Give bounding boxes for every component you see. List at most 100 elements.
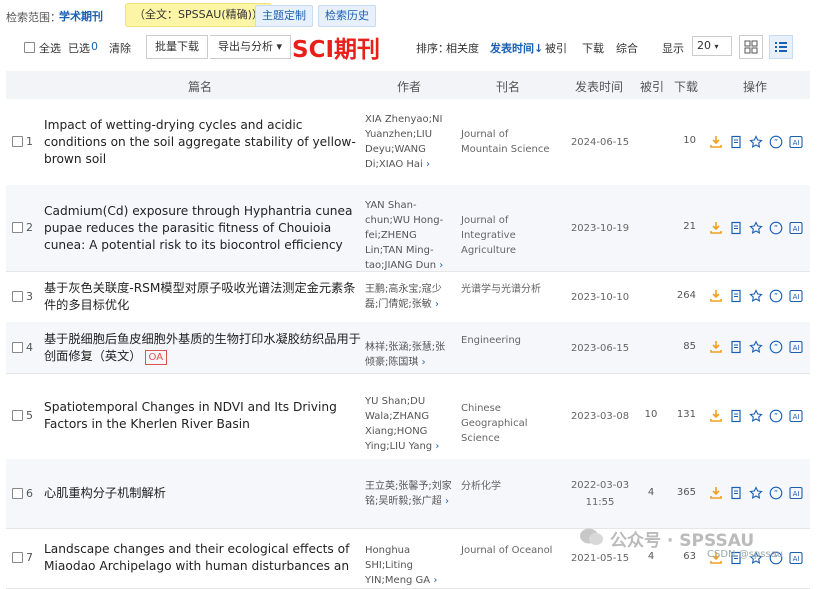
authors-cell[interactable]: 王立英;张馨予;刘家铭;吴昕毅;张广超 › — [365, 479, 455, 509]
favorite-icon[interactable] — [748, 289, 763, 304]
sort-composite[interactable]: 综合 — [616, 40, 638, 56]
ai-icon[interactable]: AI — [788, 550, 803, 565]
ai-icon[interactable]: AI — [788, 220, 803, 235]
header-author[interactable]: 作者 — [397, 78, 421, 95]
article-title-link[interactable]: 基于脱细胞后鱼皮细胞外基质的生物打印水凝胶纺织品用于创面修复（英文） OA — [44, 331, 362, 365]
authors-text: YAN Shan-chun;WU Hong-fei;ZHENG Lin;TAN … — [365, 200, 444, 271]
sort-relevance[interactable]: 相关度 — [446, 40, 479, 56]
read-icon[interactable] — [728, 486, 743, 501]
download-icon[interactable] — [708, 340, 723, 355]
header-cited[interactable]: 被引 — [640, 78, 664, 95]
select-all-checkbox[interactable] — [24, 42, 35, 53]
favorite-icon[interactable] — [748, 134, 763, 149]
ai-icon[interactable]: AI — [788, 340, 803, 355]
article-title-link[interactable]: 基于灰色关联度-RSM模型对原子吸收光谱法测定金元素条件的多目标优化 — [44, 280, 362, 314]
row-checkbox[interactable] — [12, 552, 23, 563]
sort-downloads[interactable]: 下载 — [582, 40, 604, 56]
chevron-right-icon[interactable]: › — [422, 355, 426, 370]
fulltext-query-badge[interactable]: （全文：SPSSAU(精确)） — [125, 3, 272, 27]
row-actions: ” AI — [708, 289, 803, 304]
authors-text: YU Shan;DU Wala;ZHANG Xiang;HONG Ying;LI… — [365, 395, 433, 452]
svg-text:AI: AI — [792, 413, 799, 421]
sort-label: 排序： — [416, 42, 449, 55]
authors-cell[interactable]: 林祥;张涵;张慧;张倾豪;陈国琪 › — [365, 340, 455, 370]
article-title-link[interactable]: Cadmium(Cd) exposure through Hyphantria … — [44, 203, 362, 254]
ai-icon[interactable]: AI — [788, 486, 803, 501]
read-icon[interactable] — [728, 220, 743, 235]
journal-link[interactable]: Journal of Mountain Science — [461, 127, 557, 157]
download-icon[interactable] — [708, 289, 723, 304]
download-count: 365 — [676, 486, 696, 498]
authors-cell[interactable]: Honghua SHI;Liting YIN;Meng GA › — [365, 543, 455, 588]
topic-custom-button[interactable]: 主题定制 — [255, 5, 313, 27]
row-checkbox[interactable] — [12, 341, 23, 353]
read-icon[interactable] — [728, 134, 743, 149]
ai-icon[interactable]: AI — [788, 408, 803, 423]
search-history-button[interactable]: 检索历史 — [318, 5, 376, 27]
svg-text:”: ” — [773, 489, 777, 498]
journal-link[interactable]: Journal of Integrative Agriculture — [461, 213, 557, 258]
cite-icon[interactable]: ” — [768, 134, 783, 149]
chevron-right-icon[interactable]: › — [433, 573, 437, 588]
journal-link[interactable]: 分析化学 — [461, 479, 557, 494]
article-title-link[interactable]: 心肌重构分子机制解析 — [44, 485, 362, 502]
authors-cell[interactable]: YU Shan;DU Wala;ZHANG Xiang;HONG Ying;LI… — [365, 394, 455, 454]
read-icon[interactable] — [728, 289, 743, 304]
cite-icon[interactable]: ” — [768, 340, 783, 355]
favorite-icon[interactable] — [748, 408, 763, 423]
batch-download-button[interactable]: 批量下载 — [146, 35, 208, 59]
sort-cited[interactable]: 被引 — [545, 40, 567, 56]
ai-icon[interactable]: AI — [788, 289, 803, 304]
authors-cell[interactable]: YAN Shan-chun;WU Hong-fei;ZHENG Lin;TAN … — [365, 198, 455, 273]
header-title[interactable]: 篇名 — [188, 78, 212, 95]
journal-link[interactable]: 光谱学与光谱分析 — [461, 282, 557, 297]
publish-date: 2023-03-08 — [570, 411, 630, 422]
read-icon[interactable] — [728, 340, 743, 355]
authors-cell[interactable]: XIA Zhenyao;NI Yuanzhen;LIU Deyu;WANG Di… — [365, 112, 455, 172]
article-title-text: Impact of wetting-drying cycles and acid… — [44, 117, 356, 166]
download-icon[interactable] — [708, 486, 723, 501]
download-icon[interactable] — [708, 220, 723, 235]
row-checkbox[interactable] — [12, 410, 23, 421]
favorite-icon[interactable] — [748, 340, 763, 355]
page-size-select[interactable]: 20 ▾ — [692, 36, 732, 56]
grid-view-button[interactable] — [739, 35, 763, 59]
clear-button[interactable]: 清除 — [109, 40, 131, 56]
header-downloads[interactable]: 下载 — [674, 78, 698, 95]
scope-value-link[interactable]: 学术期刊 — [59, 8, 103, 24]
journal-link[interactable]: Engineering — [461, 333, 557, 348]
download-icon[interactable] — [708, 134, 723, 149]
journal-link[interactable]: Chinese Geographical Science — [461, 401, 557, 446]
cite-icon[interactable]: ” — [768, 486, 783, 501]
header-journal[interactable]: 刊名 — [496, 78, 520, 95]
chevron-right-icon[interactable]: › — [445, 494, 449, 509]
row-checkbox[interactable] — [12, 290, 23, 302]
header-date[interactable]: 发表时间 — [575, 78, 623, 95]
export-analyze-button[interactable]: 导出与分析 ▾ — [210, 35, 292, 59]
cite-icon[interactable]: ” — [768, 289, 783, 304]
article-title-link[interactable]: Impact of wetting-drying cycles and acid… — [44, 117, 362, 168]
cited-count[interactable]: 10 — [640, 409, 662, 420]
article-title-link[interactable]: Spatiotemporal Changes in NDVI and Its D… — [44, 399, 362, 433]
authors-cell[interactable]: 王鹏;高永宝;寇少磊;门倩妮;张敏 › — [365, 282, 455, 312]
cited-count[interactable]: 4 — [640, 551, 662, 562]
download-icon[interactable] — [708, 408, 723, 423]
cite-icon[interactable]: ” — [768, 220, 783, 235]
chevron-right-icon[interactable]: › — [426, 157, 430, 172]
grid-icon — [744, 40, 758, 54]
row-checkbox[interactable] — [12, 487, 23, 499]
chevron-right-icon[interactable]: › — [435, 297, 439, 312]
cited-count[interactable]: 4 — [640, 487, 662, 498]
row-checkbox[interactable] — [12, 222, 23, 233]
chevron-right-icon[interactable]: › — [435, 439, 439, 454]
favorite-icon[interactable] — [748, 486, 763, 501]
sort-publish-time[interactable]: 发表时间↓ — [490, 40, 543, 56]
select-all-label[interactable]: 全选 — [39, 40, 61, 56]
journal-link[interactable]: Journal of Oceanol — [461, 543, 557, 558]
row-checkbox[interactable] — [12, 136, 23, 147]
favorite-icon[interactable] — [748, 220, 763, 235]
cite-icon[interactable]: ” — [768, 408, 783, 423]
ai-icon[interactable]: AI — [788, 134, 803, 149]
list-view-button[interactable] — [769, 35, 793, 59]
read-icon[interactable] — [728, 408, 743, 423]
